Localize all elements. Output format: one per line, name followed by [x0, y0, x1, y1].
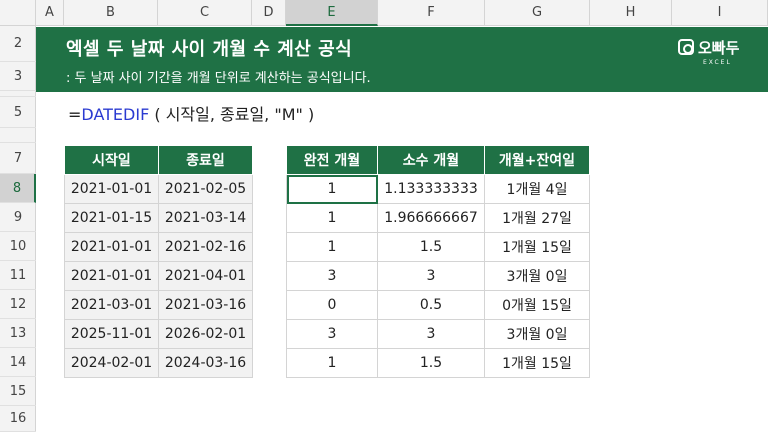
formula-function: DATEDIF: [81, 105, 150, 124]
column-header-b[interactable]: B: [64, 0, 158, 26]
row-header-10[interactable]: 10: [0, 232, 36, 261]
logo-subtext: EXCEL: [703, 59, 732, 66]
table-row: 3 3 3개월 0일: [286, 261, 590, 291]
select-all-corner[interactable]: [0, 0, 36, 26]
full-months-cell[interactable]: 1: [286, 174, 378, 204]
header-end-date[interactable]: 종료일: [158, 145, 253, 175]
months-days-cell[interactable]: 1개월 27일: [484, 203, 590, 233]
decimal-months-cell[interactable]: 3: [377, 261, 485, 291]
row-header-14[interactable]: 14: [0, 348, 36, 377]
full-months-cell[interactable]: 1: [286, 348, 378, 378]
column-header-i[interactable]: I: [672, 0, 768, 26]
formula-args: ( 시작일, 종료일, "M" ): [149, 105, 315, 124]
date-table-header-row: 시작일 종료일: [64, 145, 253, 175]
date-table: 시작일 종료일 2021-01-01 2021-02-05 2021-01-15 2…: [64, 145, 253, 378]
table-row: 2021-01-01 2021-02-05: [64, 174, 253, 204]
row-header-15[interactable]: 15: [0, 377, 36, 406]
full-months-cell[interactable]: 0: [286, 290, 378, 320]
row-header-8[interactable]: 8: [0, 174, 36, 203]
formula-text[interactable]: =DATEDIF ( 시작일, 종료일, "M" ): [68, 101, 314, 125]
table-row: 1 1.966666667 1개월 27일: [286, 203, 590, 233]
banner-title: 엑셀 두 날짜 사이 개월 수 계산 공식: [66, 39, 353, 60]
column-header-e[interactable]: E: [286, 0, 378, 26]
months-days-cell[interactable]: 3개월 0일: [484, 319, 590, 349]
column-header-g[interactable]: G: [485, 0, 590, 26]
table-row: 2024-02-01 2024-03-16: [64, 348, 253, 378]
row-header-3[interactable]: 3: [0, 62, 36, 91]
decimal-months-cell[interactable]: 1.5: [377, 348, 485, 378]
full-months-cell[interactable]: 1: [286, 203, 378, 233]
table-row: 0 0.5 0개월 15일: [286, 290, 590, 320]
table-row: 3 3 3개월 0일: [286, 319, 590, 349]
result-table: 완전 개월 소수 개월 개월+잔여일 1 1.133333333 1개월 4일 11…: [286, 145, 590, 378]
table-row: 2021-01-15 2021-03-14: [64, 203, 253, 233]
row-header-2[interactable]: 2: [0, 26, 36, 62]
table-row: 2021-01-01 2021-04-01: [64, 261, 253, 291]
header-months-plus-days[interactable]: 개월+잔여일: [484, 145, 590, 175]
camera-icon: [678, 39, 694, 55]
decimal-months-cell[interactable]: 1.133333333: [377, 174, 485, 204]
brand-logo: 오빠두 EXCEL: [678, 37, 740, 71]
result-table-header-row: 완전 개월 소수 개월 개월+잔여일: [286, 145, 590, 175]
start-date-cell[interactable]: 2021-01-01: [64, 174, 159, 204]
formula-prefix: =: [68, 105, 82, 124]
decimal-months-cell[interactable]: 1.966666667: [377, 203, 485, 233]
end-date-cell[interactable]: 2024-03-16: [158, 348, 253, 378]
row-header-16[interactable]: 16: [0, 406, 36, 432]
row-header-7[interactable]: 7: [0, 143, 36, 174]
table-row: 2021-01-01 2021-02-16: [64, 232, 253, 262]
full-months-cell[interactable]: 3: [286, 319, 378, 349]
row-header-12[interactable]: 12: [0, 290, 36, 319]
table-row: 1 1.5 1개월 15일: [286, 348, 590, 378]
column-header-h[interactable]: H: [590, 0, 672, 26]
row-header-9[interactable]: 9: [0, 203, 36, 232]
decimal-months-cell[interactable]: 0.5: [377, 290, 485, 320]
full-months-cell[interactable]: 1: [286, 232, 378, 262]
start-date-cell[interactable]: 2021-01-01: [64, 232, 159, 262]
months-days-cell[interactable]: 3개월 0일: [484, 261, 590, 291]
table-row: 1 1.133333333 1개월 4일: [286, 174, 590, 204]
months-days-cell[interactable]: 0개월 15일: [484, 290, 590, 320]
start-date-cell[interactable]: 2021-01-15: [64, 203, 159, 233]
end-date-cell[interactable]: 2021-02-16: [158, 232, 253, 262]
start-date-cell[interactable]: 2025-11-01: [64, 319, 159, 349]
row-header-11[interactable]: 11: [0, 261, 36, 290]
end-date-cell[interactable]: 2021-04-01: [158, 261, 253, 291]
months-days-cell[interactable]: 1개월 15일: [484, 348, 590, 378]
months-days-cell[interactable]: 1개월 4일: [484, 174, 590, 204]
table-row: 1 1.5 1개월 15일: [286, 232, 590, 262]
end-date-cell[interactable]: 2021-03-16: [158, 290, 253, 320]
column-header-c[interactable]: C: [158, 0, 252, 26]
header-start-date[interactable]: 시작일: [64, 145, 159, 175]
end-date-cell[interactable]: 2026-02-01: [158, 319, 253, 349]
table-row: 2021-03-01 2021-03-16: [64, 290, 253, 320]
end-date-cell[interactable]: 2021-03-14: [158, 203, 253, 233]
title-banner: 엑셀 두 날짜 사이 개월 수 계산 공식 : 두 날짜 사이 기간을 개월 단…: [36, 27, 768, 92]
column-header-a[interactable]: A: [36, 0, 64, 26]
decimal-months-cell[interactable]: 1.5: [377, 232, 485, 262]
logo-name: 오빠두: [698, 39, 740, 57]
decimal-months-cell[interactable]: 3: [377, 319, 485, 349]
column-header-d[interactable]: D: [252, 0, 286, 26]
column-header-f[interactable]: F: [378, 0, 485, 26]
banner-subtitle: : 두 날짜 사이 기간을 개월 단위로 계산하는 공식입니다.: [66, 71, 371, 86]
start-date-cell[interactable]: 2024-02-01: [64, 348, 159, 378]
end-date-cell[interactable]: 2021-02-05: [158, 174, 253, 204]
row-header-6[interactable]: 6: [0, 128, 36, 143]
row-header-13[interactable]: 13: [0, 319, 36, 348]
header-decimal-months[interactable]: 소수 개월: [377, 145, 485, 175]
months-days-cell[interactable]: 1개월 15일: [484, 232, 590, 262]
row-header-5[interactable]: 5: [0, 97, 36, 128]
column-header-bar: A B C D E F G H I: [0, 0, 768, 26]
header-full-months[interactable]: 완전 개월: [286, 145, 378, 175]
row-header-bar: 2 3 4 5 6 7 8 9 10 11 12 13 14 15 16: [0, 26, 36, 432]
full-months-cell[interactable]: 3: [286, 261, 378, 291]
start-date-cell[interactable]: 2021-03-01: [64, 290, 159, 320]
start-date-cell[interactable]: 2021-01-01: [64, 261, 159, 291]
table-row: 2025-11-01 2026-02-01: [64, 319, 253, 349]
